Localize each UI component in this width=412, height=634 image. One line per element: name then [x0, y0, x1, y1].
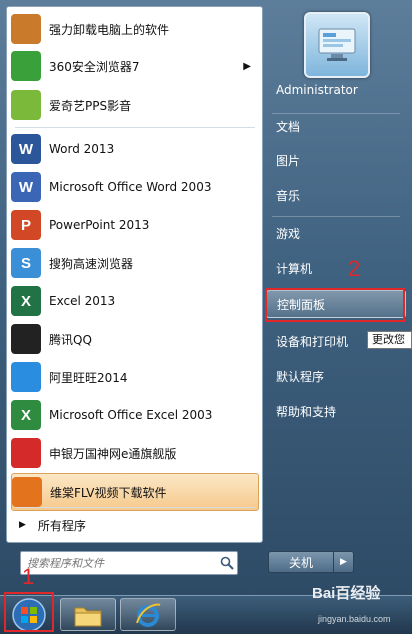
program-item[interactable]: 阿里旺旺2014: [11, 359, 257, 395]
program-item[interactable]: 强力卸载电脑上的软件: [11, 11, 257, 47]
right-item-computer[interactable]: 计算机: [266, 254, 406, 282]
qq-penguin-icon: [11, 324, 41, 354]
shenyin-icon: [11, 438, 41, 468]
program-label: PowerPoint 2013: [49, 218, 150, 232]
program-label: Word 2013: [49, 142, 115, 156]
powerpoint-icon: P: [11, 210, 41, 240]
triangle-right-icon: ▶: [19, 520, 26, 530]
start-button-highlight-box: [4, 592, 54, 632]
program-label: 阿里旺旺2014: [49, 370, 128, 385]
folder-icon: [74, 607, 102, 626]
program-item[interactable]: P PowerPoint 2013: [11, 207, 257, 243]
program-item[interactable]: W Microsoft Office Word 2003: [11, 169, 257, 205]
weitang-flv-icon: [12, 477, 42, 507]
program-divider: [15, 507, 255, 508]
program-item[interactable]: 腾讯QQ: [11, 321, 257, 357]
right-item-user-administrator[interactable]: Administrator: [266, 76, 406, 104]
all-programs-label: 所有程序: [37, 518, 86, 533]
right-divider: [272, 113, 400, 114]
search-box[interactable]: [20, 551, 238, 575]
right-item-pictures[interactable]: 图片: [266, 146, 406, 174]
right-item-help-and-support[interactable]: 帮助和支持: [266, 397, 406, 425]
program-item[interactable]: S 搜狗高速浏览器: [11, 245, 257, 281]
sogou-browser-icon: S: [11, 248, 41, 278]
shutdown-button-group: 关机 ▶: [268, 551, 354, 573]
all-programs-item[interactable]: ▶ 所有程序: [11, 513, 257, 537]
taskbar-explorer-button[interactable]: [60, 598, 116, 631]
pps-player-icon: [11, 90, 41, 120]
program-label: Excel 2013: [49, 294, 116, 308]
program-item[interactable]: W Word 2013: [11, 131, 257, 167]
taskbar-ie-button[interactable]: [120, 598, 176, 631]
program-label: 维棠FLV视频下载软件: [50, 485, 167, 500]
program-item[interactable]: 爱奇艺PPS影音: [11, 87, 257, 123]
watermark: Bai百经验: [312, 585, 381, 602]
submenu-arrow-icon: ▶: [243, 60, 251, 72]
shutdown-button[interactable]: 关机: [268, 551, 334, 573]
chevron-right-icon: ▶: [340, 557, 347, 567]
word-icon: W: [11, 134, 41, 164]
program-label: Microsoft Office Word 2003: [49, 180, 212, 194]
excel-2003-icon: X: [11, 400, 41, 430]
annotation-step-2: 2: [348, 256, 361, 281]
program-label: 腾讯QQ: [49, 332, 92, 347]
program-item[interactable]: 360安全浏览器7 ▶: [11, 48, 257, 84]
user-picture-icon[interactable]: [304, 12, 370, 78]
right-divider: [272, 216, 400, 217]
program-item[interactable]: 维棠FLV视频下载软件: [11, 473, 259, 511]
right-item-documents[interactable]: 文档: [266, 112, 406, 140]
internet-explorer-icon: [136, 603, 161, 627]
control-panel-highlight-box: [265, 288, 405, 322]
program-item[interactable]: X Microsoft Office Excel 2003: [11, 397, 257, 433]
search-input[interactable]: [21, 554, 217, 572]
program-label: Microsoft Office Excel 2003: [49, 408, 213, 422]
program-label: 搜狗高速浏览器: [49, 256, 134, 271]
right-item-default-programs[interactable]: 默认程序: [266, 362, 406, 390]
right-item-music[interactable]: 音乐: [266, 181, 406, 209]
tooltip: 更改您: [367, 331, 412, 349]
program-label: 强力卸载电脑上的软件: [49, 22, 170, 37]
uninstaller-icon: [11, 14, 41, 44]
shutdown-options-button[interactable]: ▶: [334, 551, 354, 573]
right-item-games[interactable]: 游戏: [266, 219, 406, 247]
program-item[interactable]: X Excel 2013: [11, 283, 257, 319]
program-label: 申银万国神网e通旗舰版: [49, 446, 177, 461]
excel-icon: X: [11, 286, 41, 316]
word-2003-icon: W: [11, 172, 41, 202]
start-menu: 强力卸载电脑上的软件 360安全浏览器7 ▶ 爱奇艺PPS影音 W Word 2013 W M…: [0, 0, 412, 595]
360-browser-icon: [11, 51, 41, 81]
program-divider: [15, 127, 255, 128]
aliwangwang-icon: [11, 362, 41, 392]
watermark-url: jingyan.baidu.com: [318, 614, 391, 624]
program-item[interactable]: 申银万国神网e通旗舰版: [11, 435, 257, 471]
program-label: 爱奇艺PPS影音: [49, 98, 132, 113]
program-list-pane: 强力卸载电脑上的软件 360安全浏览器7 ▶ 爱奇艺PPS影音 W Word 2013 W M…: [6, 6, 263, 543]
annotation-step-1: 1: [22, 564, 35, 589]
program-label: 360安全浏览器7: [49, 59, 140, 74]
search-icon[interactable]: [217, 553, 237, 573]
